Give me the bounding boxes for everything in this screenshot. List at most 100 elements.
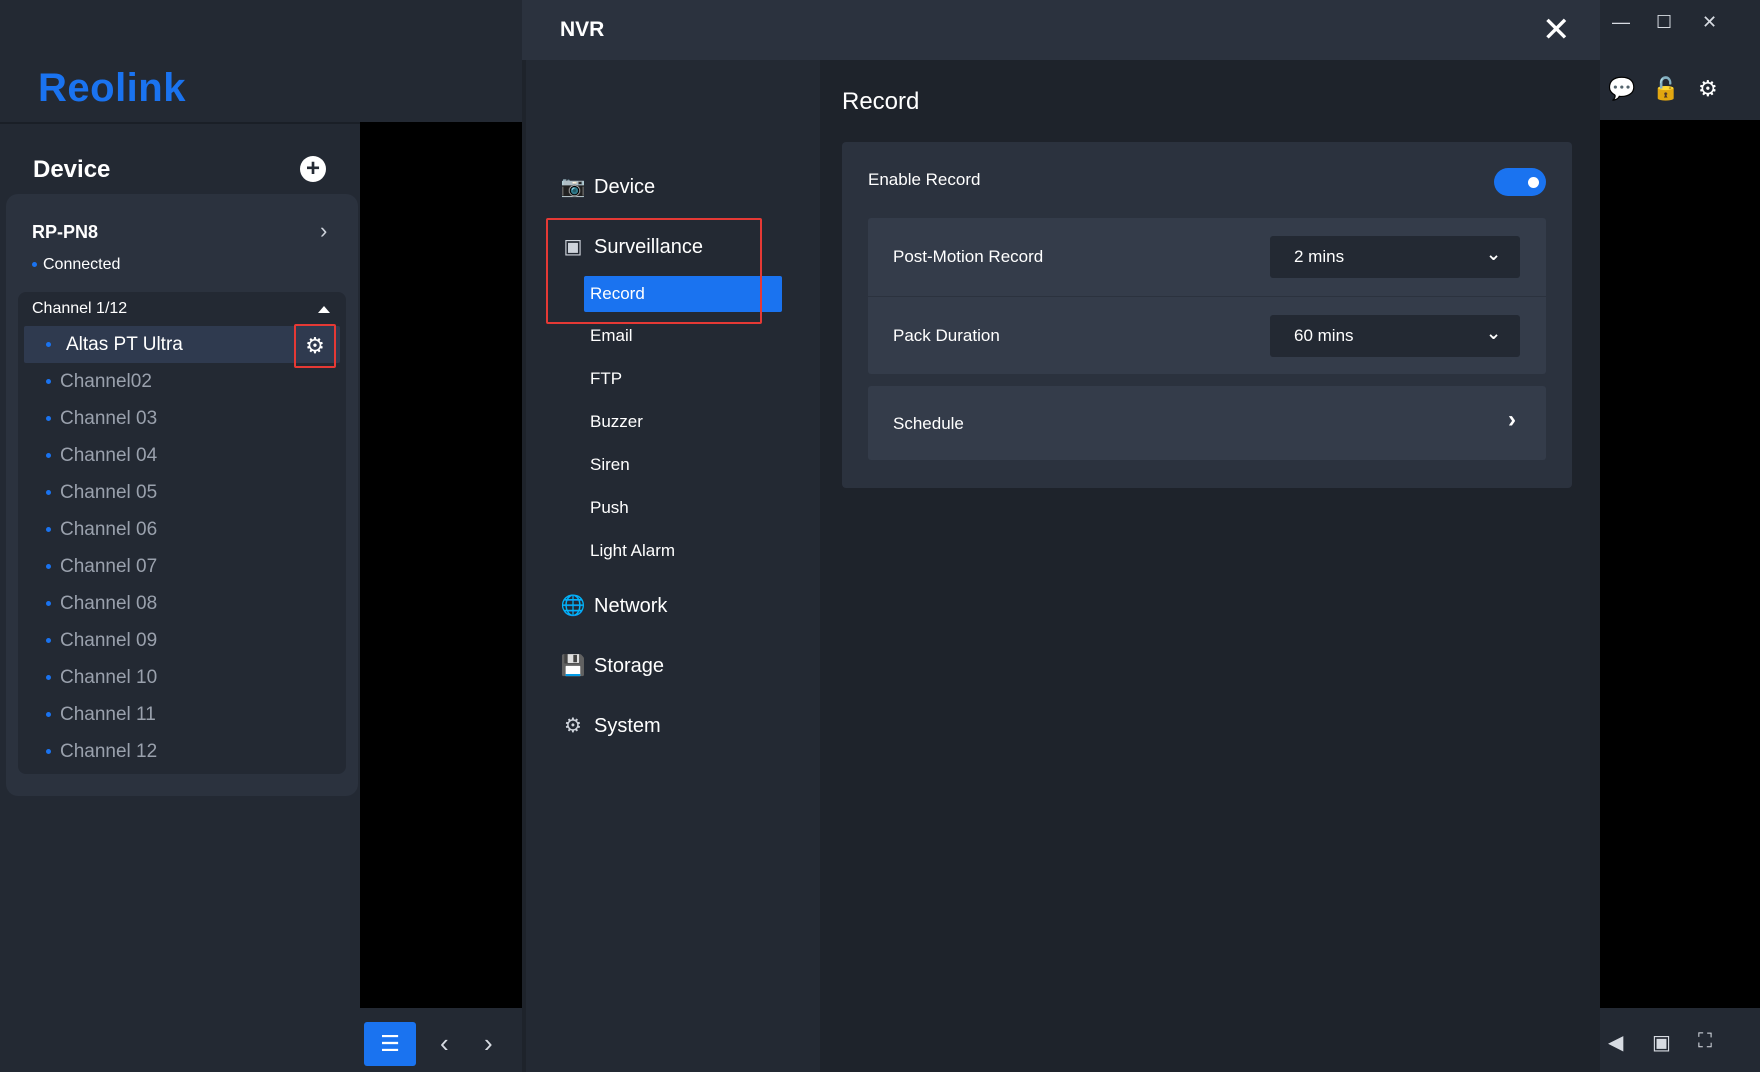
channel-item-4[interactable]: Channel 04 [18, 437, 346, 474]
channel-label: Channel 08 [60, 593, 158, 614]
nav-network[interactable]: 🌐 Network [560, 593, 668, 618]
layout-toggle-button[interactable]: ☰ [364, 1022, 416, 1066]
nav-siren[interactable]: Siren [590, 455, 630, 475]
channel-item-6[interactable]: Channel 06 [18, 511, 346, 548]
chevron-left-icon[interactable]: ‹ [440, 1028, 449, 1059]
channel-item-11[interactable]: Channel 11 [18, 696, 346, 733]
window-toolbar: — ☐ ✕ 💬 🔓 ⚙ [1600, 0, 1760, 120]
chevron-right-icon[interactable]: › [484, 1028, 493, 1059]
camera-icon: 📷 [560, 176, 586, 198]
view-toolbar: ◀ ▣ ⛶ [1600, 1008, 1760, 1072]
nav-device-label: Device [594, 176, 656, 198]
add-device-button[interactable]: + [300, 156, 326, 182]
channel-item-5[interactable]: Channel 05 [18, 474, 346, 511]
section-title: Record [842, 88, 920, 115]
channel-list: Altas PT Ultra Channel02 Channel 03 Chan… [18, 326, 346, 770]
close-icon[interactable]: ✕ [1542, 10, 1571, 50]
bottom-toolbar: ☰ ‹ › [360, 1008, 522, 1072]
channel-dot-icon [46, 379, 51, 384]
pack-duration-label: Pack Duration [893, 326, 1000, 345]
nav-system-label: System [594, 715, 661, 737]
channel-dot-icon [46, 416, 51, 421]
channel-item-3[interactable]: Channel 03 [18, 400, 346, 437]
enable-record-label: Enable Record [868, 170, 981, 189]
device-status-text: Connected [43, 256, 121, 273]
channel-label: Channel 11 [60, 704, 156, 725]
channel-list-panel: Channel 1/12 Altas PT Ultra Channel02 Ch… [18, 292, 346, 774]
nav-storage-label: Storage [594, 655, 665, 677]
channel-item-2[interactable]: Channel02 [18, 363, 346, 400]
channel-label: Channel 03 [60, 408, 158, 429]
video-view-area [360, 122, 522, 1008]
minimize-icon[interactable]: — [1612, 12, 1630, 33]
schedule-row[interactable]: Schedule › [868, 386, 1546, 460]
nvr-settings-modal: NVR ✕ 📷 Device ▣ Surveillance Record Email… [522, 0, 1600, 1072]
message-icon[interactable]: 💬 [1608, 76, 1635, 102]
globe-icon: 🌐 [560, 595, 586, 617]
channel-settings-gear-icon[interactable]: ⚙ [294, 324, 336, 368]
schedule-label: Schedule [893, 414, 964, 433]
unlock-icon[interactable]: 🔓 [1652, 76, 1679, 102]
device-status: Connected [32, 256, 120, 274]
post-motion-row: Post-Motion Record 2 mins ⌄ [868, 218, 1546, 296]
channel-item-8[interactable]: Channel 08 [18, 585, 346, 622]
nav-ftp[interactable]: FTP [590, 369, 622, 389]
channel-dot-icon [46, 342, 51, 347]
speaker-icon[interactable]: ◀ [1608, 1030, 1623, 1055]
surveillance-highlight-box [546, 218, 762, 324]
channel-item-9[interactable]: Channel 09 [18, 622, 346, 659]
nav-storage[interactable]: 💾 Storage [560, 653, 665, 678]
pack-duration-value: 60 mins [1294, 326, 1354, 345]
modal-title: NVR [560, 18, 605, 41]
nav-light-alarm[interactable]: Light Alarm [590, 541, 675, 561]
sidebar-title: Device [33, 156, 111, 183]
post-motion-select[interactable]: 2 mins ⌄ [1270, 236, 1520, 278]
channel-label: Channel 04 [60, 445, 158, 466]
pack-duration-row: Pack Duration 60 mins ⌄ [868, 296, 1546, 374]
nav-device[interactable]: 📷 Device [560, 174, 656, 199]
channel-dot-icon [46, 749, 51, 754]
reolink-logo: Reolink [38, 66, 186, 110]
maximize-icon[interactable]: ☐ [1656, 12, 1672, 33]
post-motion-value: 2 mins [1294, 247, 1345, 266]
enable-record-toggle[interactable] [1494, 168, 1546, 196]
nav-system[interactable]: ⚙ System [560, 713, 661, 738]
single-view-icon[interactable]: ▣ [1652, 1030, 1671, 1055]
gear-icon: ⚙ [564, 715, 582, 737]
channel-label: Altas PT Ultra [66, 334, 183, 355]
device-name[interactable]: RP-PN8 [32, 222, 98, 243]
channel-dot-icon [46, 490, 51, 495]
window-close-icon[interactable]: ✕ [1702, 12, 1717, 33]
channel-dot-icon [46, 638, 51, 643]
channel-dot-icon [46, 527, 51, 532]
channel-item-10[interactable]: Channel 10 [18, 659, 346, 696]
plus-icon: + [305, 155, 320, 182]
channel-dot-icon [46, 564, 51, 569]
chevron-right-icon[interactable]: › [320, 218, 327, 244]
channel-label: Channel 09 [60, 630, 158, 651]
channel-item-12[interactable]: Channel 12 [18, 733, 346, 770]
pack-duration-select[interactable]: 60 mins ⌄ [1270, 315, 1520, 357]
record-settings-card: Enable Record Post-Motion Record 2 mins … [842, 142, 1572, 488]
settings-content: Record Enable Record Post-Motion Record … [820, 60, 1600, 1072]
device-sidebar: Device + RP-PN8 › Connected Channel 1/12… [0, 122, 360, 1072]
nav-push[interactable]: Push [590, 498, 629, 518]
record-options-group: Post-Motion Record 2 mins ⌄ Pack Duratio… [868, 218, 1546, 374]
channel-label: Channel02 [60, 371, 152, 392]
channel-dot-icon [46, 453, 51, 458]
gear-icon[interactable]: ⚙ [1698, 76, 1718, 102]
toggle-knob [1528, 177, 1539, 188]
channel-dot-icon [46, 601, 51, 606]
post-motion-label: Post-Motion Record [893, 247, 1044, 266]
modal-header: NVR ✕ [522, 0, 1600, 60]
channel-item-7[interactable]: Channel 07 [18, 548, 346, 585]
channel-label: Channel 12 [60, 741, 158, 762]
device-card: RP-PN8 › Connected Channel 1/12 Altas PT… [6, 194, 358, 796]
status-dot-icon [32, 262, 37, 268]
collapse-caret-icon[interactable] [318, 306, 330, 313]
fullscreen-icon[interactable]: ⛶ [1698, 1030, 1712, 1053]
chevron-right-icon: › [1508, 406, 1516, 433]
nav-email[interactable]: Email [590, 326, 633, 346]
nav-buzzer[interactable]: Buzzer [590, 412, 643, 432]
channel-item-1[interactable]: Altas PT Ultra [24, 326, 340, 363]
